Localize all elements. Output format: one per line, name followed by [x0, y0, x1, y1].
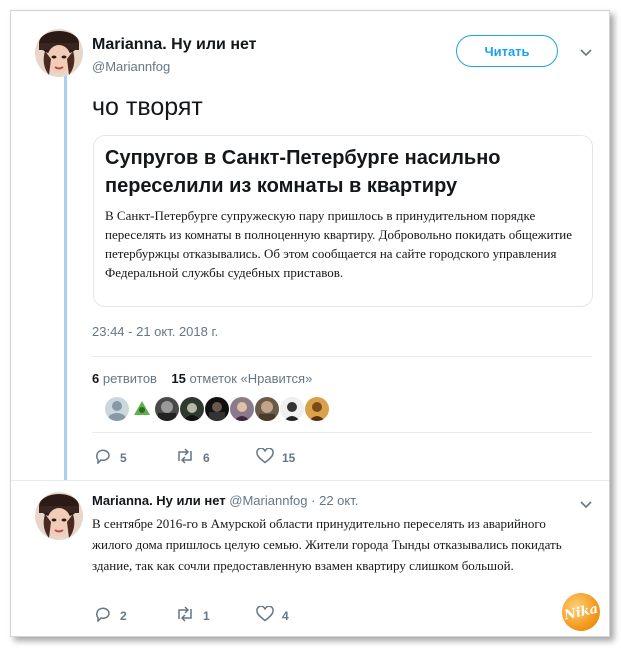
heart-icon	[256, 605, 274, 625]
retweet-icon	[175, 448, 195, 467]
retweets-label[interactable]: ретвитов	[103, 371, 157, 386]
tweet-text: чо творят	[92, 93, 203, 121]
retweet-button[interactable]: 1	[175, 606, 210, 625]
link-card[interactable]: Супругов в Санкт-Петербурге насильно пер…	[93, 135, 593, 307]
like-button[interactable]: 4	[256, 605, 289, 625]
retweet-button[interactable]: 6	[175, 448, 210, 467]
retweets-count[interactable]: 6	[92, 371, 99, 386]
reply-count: 2	[120, 608, 127, 623]
liker-avatar[interactable]	[255, 397, 279, 421]
link-card-description: В Санкт-Петербурге супружескую пару приш…	[105, 208, 573, 280]
retweet-count: 6	[203, 450, 210, 465]
chevron-down-icon[interactable]	[579, 497, 593, 515]
chevron-down-icon[interactable]	[579, 45, 593, 63]
like-count: 15	[282, 450, 296, 465]
author-name[interactable]: Marianna. Ну или нет	[92, 36, 257, 54]
author-handle[interactable]: @Mariannfog	[92, 59, 170, 74]
tweet-timestamp[interactable]: 23:44 - 21 окт. 2018 г.	[92, 324, 218, 339]
link-card-title[interactable]: Супругов в Санкт-Петербурге насильно пер…	[105, 144, 585, 200]
divider	[11, 480, 609, 481]
liker-avatars	[105, 397, 329, 421]
tweet-card: Marianna. Ну или нет @Mariannfog Читать …	[10, 10, 610, 637]
retweet-count: 1	[203, 608, 210, 623]
reply-date[interactable]: · 22 окт.	[311, 493, 358, 508]
liker-avatar[interactable]	[105, 397, 129, 421]
reply-header: Marianna. Ну или нет @Mariannfog · 22 ок…	[92, 493, 358, 508]
liker-avatar[interactable]	[130, 397, 154, 421]
likes-label[interactable]: отметок «Нравится»	[190, 371, 313, 386]
liker-avatar[interactable]	[155, 397, 179, 421]
heart-icon	[256, 447, 274, 467]
avatar[interactable]	[35, 29, 83, 77]
avatar[interactable]	[35, 492, 83, 540]
divider	[92, 356, 592, 357]
reply-button[interactable]: 2	[94, 606, 127, 625]
reply-count: 5	[120, 450, 127, 465]
reply-text: В сентябре 2016-го в Амурской области пр…	[92, 516, 562, 573]
liker-avatar[interactable]	[280, 397, 304, 421]
liker-avatar[interactable]	[305, 397, 329, 421]
retweet-icon	[175, 606, 195, 625]
watermark-logo: Nika	[558, 589, 604, 635]
reply-author-name[interactable]: Marianna. Ну или нет	[92, 493, 226, 508]
thread-line	[64, 75, 67, 480]
reply-button[interactable]: 5	[94, 448, 127, 467]
likes-count[interactable]: 15	[171, 371, 185, 386]
reply-icon	[94, 448, 112, 467]
liker-avatar[interactable]	[205, 397, 229, 421]
reply-icon	[94, 606, 112, 625]
liker-avatar[interactable]	[180, 397, 204, 421]
follow-button[interactable]: Читать	[456, 35, 558, 67]
reply-author-handle[interactable]: @Mariannfog	[229, 493, 307, 508]
engagement-stats: 6 ретвитов 15 отметок «Нравится»	[92, 371, 312, 386]
like-count: 4	[282, 608, 289, 623]
divider	[92, 432, 592, 433]
liker-avatar[interactable]	[230, 397, 254, 421]
like-button[interactable]: 15	[256, 447, 296, 467]
